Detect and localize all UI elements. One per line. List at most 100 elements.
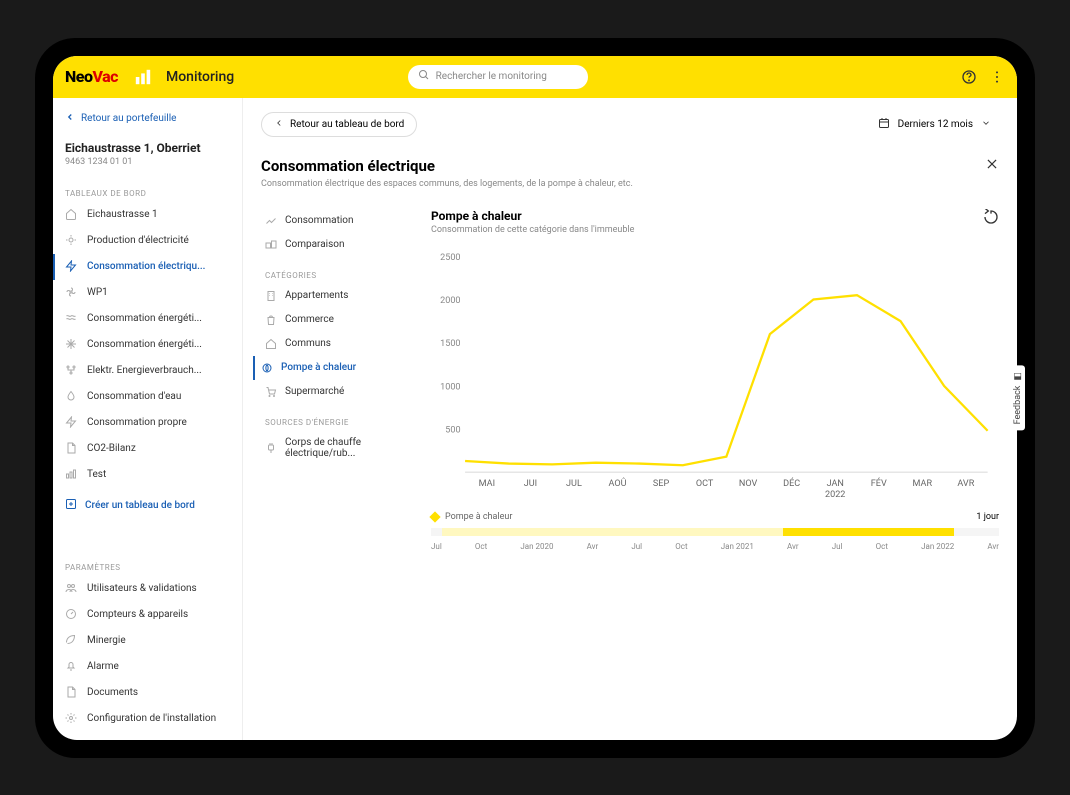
app-icon — [134, 68, 152, 86]
waves-icon — [65, 312, 79, 326]
lp-item-corps-de-chauffe-lectrique-rub[interactable]: Corps de chauffe électrique/rub... — [261, 431, 411, 465]
back-to-portfolio[interactable]: Retour au portefeuille — [53, 106, 242, 131]
nav-item-documents[interactable]: Documents — [53, 680, 242, 706]
svg-text:NOV: NOV — [739, 478, 758, 488]
property-subtitle: 9463 1234 01 01 — [53, 155, 242, 179]
brush-tick: Jul — [631, 542, 642, 551]
item-label: Consommation énergéti... — [87, 313, 202, 324]
time-brush[interactable] — [431, 528, 999, 536]
brush-tick: Avr — [787, 542, 799, 551]
feedback-tab[interactable]: Feedback◧ — [1011, 365, 1025, 430]
nav-item-consommation-nerg-ti-[interactable]: Consommation énergéti... — [53, 306, 242, 332]
bolt-icon — [65, 260, 79, 274]
nav-item-consommation-d-eau[interactable]: Consommation d'eau — [53, 384, 242, 410]
brand-logo: NeoVac — [65, 67, 118, 86]
section-dashboards: TABLEAUX DE BORD — [53, 179, 242, 202]
svg-text:OCT: OCT — [696, 478, 714, 488]
legend-marker-icon — [429, 511, 440, 522]
leaf-icon — [65, 634, 79, 648]
nav-item-elektr-energieverbrauch-[interactable]: Elektr. Energieverbrauch... — [53, 358, 242, 384]
home-icon — [65, 208, 79, 222]
create-dashboard[interactable]: Créer un tableau de bord — [53, 488, 242, 523]
nav-item-co2-bilanz[interactable]: CO2-Bilanz — [53, 436, 242, 462]
nav-item-minergie[interactable]: Minergie — [53, 628, 242, 654]
refresh-button[interactable] — [983, 209, 999, 229]
plug-icon — [265, 442, 277, 454]
lp-item-pompe-chaleur[interactable]: Pompe à chaleur — [253, 356, 411, 380]
svg-text:AOÛ: AOÛ — [608, 476, 626, 488]
detail-title: Consommation électrique — [261, 157, 633, 175]
brush-tick: Jan 2020 — [520, 542, 553, 551]
bell-icon — [65, 660, 79, 674]
item-label: Elektr. Energieverbrauch... — [87, 365, 202, 376]
lp-item-communs[interactable]: Communs — [261, 332, 411, 356]
brush-ticks: JulOctJan 2020AvrJulOctJan 2021AvrJulOct… — [431, 540, 999, 553]
sun-icon — [65, 234, 79, 248]
chart-granularity: 1 jour — [976, 512, 999, 522]
back-to-dashboard-button[interactable]: Retour au tableau de bord — [261, 112, 417, 137]
chart-subtitle: Consommation de cette catégorie dans l'i… — [431, 225, 999, 235]
item-label: Pompe à chaleur — [281, 362, 356, 373]
section-settings: PARAMÈTRES — [53, 553, 242, 576]
item-label: WP1 — [87, 287, 108, 298]
item-label: Supermarché — [285, 386, 344, 397]
chart: 5001000150020002500MAIJUIJULAOÛSEPOCTNOV… — [431, 245, 999, 506]
svg-text:1000: 1000 — [440, 382, 460, 392]
item-label: Consommation d'eau — [87, 391, 181, 402]
left-panel: ConsommationComparaison CATÉGORIES Appar… — [261, 209, 411, 553]
node-icon — [65, 364, 79, 378]
svg-text:2500: 2500 — [440, 252, 460, 262]
nav-item-compteurs-appareils[interactable]: Compteurs & appareils — [53, 602, 242, 628]
doc-icon — [65, 442, 79, 456]
svg-text:AVR: AVR — [957, 478, 974, 488]
brush-tick: Avr — [587, 542, 599, 551]
bolt2-icon — [65, 416, 79, 430]
nav-item-utilisateurs-validations[interactable]: Utilisateurs & validations — [53, 576, 242, 602]
close-button[interactable] — [985, 157, 999, 175]
svg-text:2000: 2000 — [440, 295, 460, 305]
item-label: Comparaison — [285, 239, 345, 250]
nav-item-eichaustrasse-1[interactable]: Eichaustrasse 1 — [53, 202, 242, 228]
fan-icon — [65, 286, 79, 300]
lp-item-commerce[interactable]: Commerce — [261, 308, 411, 332]
property-title: Eichaustrasse 1, Oberriet — [53, 131, 242, 155]
meter-icon — [65, 608, 79, 622]
lp-item-comparaison[interactable]: Comparaison — [261, 233, 411, 257]
lp-item-appartements[interactable]: Appartements — [261, 284, 411, 308]
nav-item-consommation-nerg-ti-[interactable]: Consommation énergéti... — [53, 332, 242, 358]
nav-item-consommation-propre[interactable]: Consommation propre — [53, 410, 242, 436]
svg-text:SEP: SEP — [653, 478, 670, 488]
nav-item-consommation-lectriqu-[interactable]: Consommation électriqu... — [53, 254, 242, 280]
svg-text:1500: 1500 — [440, 339, 460, 349]
lp-item-consommation[interactable]: Consommation — [261, 209, 411, 233]
search-input[interactable]: Rechercher le monitoring — [408, 65, 588, 89]
nav-item-test[interactable]: Test — [53, 462, 242, 488]
item-label: Alarme — [87, 661, 119, 672]
snow-icon — [65, 338, 79, 352]
app-title: Monitoring — [166, 69, 234, 85]
nav-item-wp1[interactable]: WP1 — [53, 280, 242, 306]
more-icon[interactable] — [989, 69, 1005, 85]
doc-icon — [65, 686, 79, 700]
svg-text:JUI: JUI — [524, 478, 537, 488]
item-label: Appartements — [285, 290, 348, 301]
svg-text:2022: 2022 — [825, 490, 845, 500]
item-label: Commerce — [285, 314, 334, 325]
chart-panel: Pompe à chaleur Consommation de cette ca… — [431, 209, 999, 553]
search-placeholder: Rechercher le monitoring — [436, 71, 547, 82]
brush-tick: Jul — [431, 542, 442, 551]
chart-title: Pompe à chaleur — [431, 209, 999, 223]
gear-icon — [65, 712, 79, 726]
help-icon[interactable] — [961, 69, 977, 85]
period-selector[interactable]: Derniers 12 mois — [870, 113, 999, 136]
nav-item-configuration-de-l-installatio[interactable]: Configuration de l'installation — [53, 706, 242, 732]
nav-item-alarme[interactable]: Alarme — [53, 654, 242, 680]
svg-text:DÉC: DÉC — [783, 476, 800, 488]
svg-text:FÉV: FÉV — [871, 476, 887, 488]
lp-item-supermarch-[interactable]: Supermarché — [261, 380, 411, 404]
brush-tick: Oct — [475, 542, 487, 551]
feedback-icon: ◧ — [1013, 371, 1023, 381]
calendar-icon — [878, 117, 890, 132]
nav-item-production-d-lectricit-[interactable]: Production d'électricité — [53, 228, 242, 254]
bag-icon — [265, 314, 277, 326]
